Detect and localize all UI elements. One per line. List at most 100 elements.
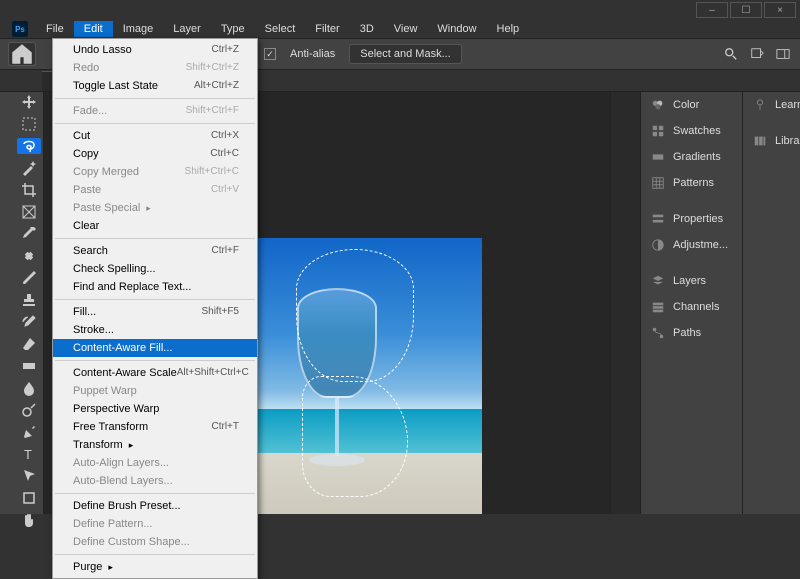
home-button[interactable] bbox=[8, 42, 36, 66]
panel-dock-collapsed[interactable] bbox=[610, 92, 640, 514]
workspace-icon[interactable] bbox=[776, 47, 790, 61]
menu-type[interactable]: Type bbox=[211, 21, 255, 37]
menu-item-free-transform[interactable]: Free TransformCtrl+T bbox=[53, 418, 257, 436]
menu-window[interactable]: Window bbox=[427, 21, 486, 37]
path-tool[interactable] bbox=[17, 468, 41, 484]
menu-item-label: Search bbox=[73, 245, 108, 257]
menu-item-copy[interactable]: CopyCtrl+C bbox=[53, 145, 257, 163]
menu-item-label: Puppet Warp bbox=[73, 385, 137, 397]
dodge-tool[interactable] bbox=[17, 402, 41, 418]
wand-tool[interactable] bbox=[17, 160, 41, 176]
menu-item-toggle-last-state[interactable]: Toggle Last StateAlt+Ctrl+Z bbox=[53, 77, 257, 95]
swatches-icon bbox=[651, 124, 665, 138]
menu-separator bbox=[55, 238, 255, 239]
menu-item-label: Redo bbox=[73, 62, 99, 74]
menu-item-label: Clear bbox=[73, 220, 99, 232]
menu-edit[interactable]: Edit bbox=[74, 21, 113, 37]
eyedropper-tool[interactable] bbox=[17, 226, 41, 242]
menu-item-stroke[interactable]: Stroke... bbox=[53, 321, 257, 339]
menu-item-label: Toggle Last State bbox=[73, 80, 158, 92]
menu-item-shortcut: Shift+Ctrl+Z bbox=[186, 62, 239, 74]
crop-tool[interactable] bbox=[17, 182, 41, 198]
type-tool[interactable]: T bbox=[17, 446, 41, 462]
share-icon[interactable] bbox=[750, 47, 764, 61]
panel-paths[interactable]: Paths bbox=[641, 320, 742, 346]
channels-icon bbox=[651, 300, 665, 314]
menu-item-find-and-replace-text[interactable]: Find and Replace Text... bbox=[53, 278, 257, 296]
menu-3d[interactable]: 3D bbox=[350, 21, 384, 37]
panel-label: Color bbox=[673, 99, 699, 111]
menu-file[interactable]: File bbox=[36, 21, 74, 37]
lasso-tool[interactable] bbox=[17, 138, 41, 154]
menu-item-label: Copy Merged bbox=[73, 166, 139, 178]
window-titlebar: – ☐ × bbox=[0, 0, 800, 20]
healing-tool[interactable] bbox=[17, 248, 41, 264]
panel-channels[interactable]: Channels bbox=[641, 294, 742, 320]
menu-item-shortcut: Ctrl+X bbox=[211, 130, 239, 142]
menu-item-shortcut: Ctrl+F bbox=[212, 245, 240, 257]
menu-item-label: Paste bbox=[73, 184, 101, 196]
panel-libraries[interactable]: Librari... bbox=[743, 128, 800, 154]
pen-tool[interactable] bbox=[17, 424, 41, 440]
brush-tool[interactable] bbox=[17, 270, 41, 286]
frame-tool[interactable] bbox=[17, 204, 41, 220]
menu-item-search[interactable]: Search Ctrl+F bbox=[53, 242, 257, 260]
hand-tool[interactable] bbox=[17, 512, 41, 528]
gradients-icon bbox=[651, 150, 665, 164]
menu-item-perspective-warp[interactable]: Perspective Warp bbox=[53, 400, 257, 418]
panel-adjustments[interactable]: Adjustme... bbox=[641, 232, 742, 258]
menu-filter[interactable]: Filter bbox=[305, 21, 349, 37]
menu-item-label: Cut bbox=[73, 130, 90, 142]
menu-help[interactable]: Help bbox=[487, 21, 530, 37]
menu-item-transform[interactable]: Transform bbox=[53, 436, 257, 454]
search-icon[interactable] bbox=[724, 47, 738, 61]
window-close[interactable]: × bbox=[764, 2, 796, 18]
blur-tool[interactable] bbox=[17, 380, 41, 396]
menu-item-label: Transform bbox=[73, 439, 133, 451]
marquee-tool[interactable] bbox=[17, 116, 41, 132]
panel-label: Paths bbox=[673, 327, 701, 339]
menu-view[interactable]: View bbox=[384, 21, 428, 37]
panel-label: Channels bbox=[673, 301, 719, 313]
gradient-tool[interactable] bbox=[17, 358, 41, 374]
menu-item-purge[interactable]: Purge bbox=[53, 558, 257, 576]
panel-label: Librari... bbox=[775, 135, 800, 147]
menu-separator bbox=[55, 554, 255, 555]
menu-bar: Ps File Edit Image Layer Type Select Fil… bbox=[0, 20, 800, 38]
window-maximize[interactable]: ☐ bbox=[730, 2, 762, 18]
menu-item-puppet-warp: Puppet Warp bbox=[53, 382, 257, 400]
menu-item-fill[interactable]: Fill...Shift+F5 bbox=[53, 303, 257, 321]
properties-icon bbox=[651, 212, 665, 226]
menu-separator bbox=[55, 360, 255, 361]
panel-color[interactable]: Color bbox=[641, 92, 742, 118]
menu-item-check-spelling[interactable]: Check Spelling... bbox=[53, 260, 257, 278]
menu-item-label: Paste Special bbox=[73, 202, 151, 214]
antialias-checkbox[interactable]: ✓ bbox=[264, 48, 276, 60]
menu-item-content-aware-scale[interactable]: Content-Aware ScaleAlt+Shift+Ctrl+C bbox=[53, 364, 257, 382]
menu-select[interactable]: Select bbox=[255, 21, 306, 37]
menu-item-clear[interactable]: Clear bbox=[53, 217, 257, 235]
panel-gradients[interactable]: Gradients bbox=[641, 144, 742, 170]
menu-layer[interactable]: Layer bbox=[163, 21, 211, 37]
menu-item-cut[interactable]: Cut Ctrl+X bbox=[53, 127, 257, 145]
menu-item-undo-lasso[interactable]: Undo LassoCtrl+Z bbox=[53, 41, 257, 59]
panel-properties[interactable]: Properties bbox=[641, 206, 742, 232]
panel-learn[interactable]: Learn bbox=[743, 92, 800, 118]
menu-item-copy-merged: Copy MergedShift+Ctrl+C bbox=[53, 163, 257, 181]
panel-layers[interactable]: Layers bbox=[641, 268, 742, 294]
shape-tool[interactable] bbox=[17, 490, 41, 506]
stamp-tool[interactable] bbox=[17, 292, 41, 308]
history-brush-tool[interactable] bbox=[17, 314, 41, 330]
panel-swatches[interactable]: Swatches bbox=[641, 118, 742, 144]
window-minimize[interactable]: – bbox=[696, 2, 728, 18]
panel-label: Gradients bbox=[673, 151, 721, 163]
menu-item-label: Fill... bbox=[73, 306, 96, 318]
move-tool[interactable] bbox=[17, 94, 41, 110]
menu-item-content-aware-fill[interactable]: Content-Aware Fill... bbox=[53, 339, 257, 357]
panel-patterns[interactable]: Patterns bbox=[641, 170, 742, 196]
menu-item-define-brush-preset[interactable]: Define Brush Preset... bbox=[53, 497, 257, 515]
panel-label: Learn bbox=[775, 99, 800, 111]
eraser-tool[interactable] bbox=[17, 336, 41, 352]
menu-image[interactable]: Image bbox=[113, 21, 164, 37]
select-and-mask-button[interactable]: Select and Mask... bbox=[349, 44, 462, 64]
